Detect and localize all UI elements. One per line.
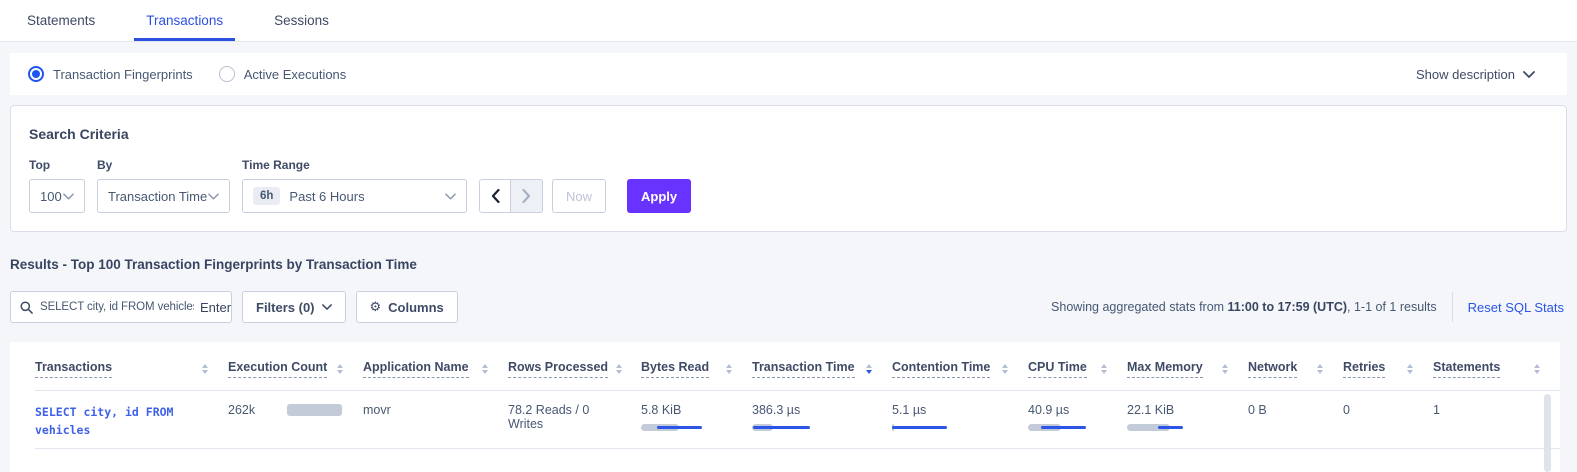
statements-value: 1 <box>1433 403 1440 417</box>
contention-time-value: 5.1 µs <box>892 403 1008 417</box>
column-header-application-name[interactable]: Application Name <box>363 360 469 378</box>
filters-label: Filters (0) <box>256 300 315 315</box>
sort-icon[interactable] <box>1534 364 1540 374</box>
filters-button[interactable]: Filters (0) <box>242 291 346 323</box>
top-select-value: 100 <box>40 189 62 204</box>
column-header-retries[interactable]: Retries <box>1343 360 1385 378</box>
time-range-select[interactable]: 6h Past 6 Hours <box>242 179 467 213</box>
sort-icon[interactable] <box>726 364 732 374</box>
column-header-transaction-time[interactable]: Transaction Time <box>752 360 855 378</box>
tab-sessions[interactable]: Sessions <box>262 0 341 41</box>
results-controls: Enter Filters (0) ⚙ Columns Showing aggr… <box>10 291 1567 323</box>
results-heading: Results - Top 100 Transaction Fingerprin… <box>10 257 417 272</box>
sort-icon[interactable] <box>1222 364 1228 374</box>
sql-search-box[interactable]: Enter <box>10 291 232 323</box>
table-row: SELECT city, id FROM vehicles 262k movr … <box>35 390 1560 448</box>
application-name-value: movr <box>363 403 391 417</box>
top-label: Top <box>29 158 85 172</box>
tab-transactions[interactable]: Transactions <box>134 0 235 41</box>
chevron-right-icon <box>522 189 531 203</box>
sort-icon[interactable] <box>1101 364 1107 374</box>
time-range-badge: 6h <box>253 187 280 205</box>
transaction-time-bar <box>752 423 816 432</box>
sort-icon[interactable] <box>202 364 208 374</box>
column-header-max-memory[interactable]: Max Memory <box>1127 360 1203 378</box>
column-header-rows-processed[interactable]: Rows Processed <box>508 360 608 378</box>
top-select[interactable]: 100 <box>29 179 85 213</box>
bytes-read-value: 5.8 KiB <box>641 403 732 417</box>
search-criteria-panel: Search Criteria Top 100 By Transaction T… <box>10 105 1567 232</box>
retries-value: 0 <box>1343 403 1350 417</box>
search-submit[interactable]: Enter <box>200 300 231 315</box>
chevron-down-icon <box>208 193 219 200</box>
radio-active-executions[interactable]: Active Executions <box>219 66 347 82</box>
tab-statements[interactable]: Statements <box>15 0 107 41</box>
sort-icon[interactable] <box>616 364 622 374</box>
by-select[interactable]: Transaction Time <box>97 179 230 213</box>
time-range-next-button[interactable] <box>511 179 543 213</box>
transactions-table: Transactions Execution Count Application… <box>10 342 1560 472</box>
chevron-down-icon <box>445 193 456 200</box>
time-range-value: Past 6 Hours <box>289 189 364 204</box>
search-criteria-title: Search Criteria <box>29 126 1548 142</box>
columns-label: Columns <box>388 300 444 315</box>
sort-icon[interactable] <box>1317 364 1323 374</box>
column-header-execution-count[interactable]: Execution Count <box>228 360 327 378</box>
by-select-value: Transaction Time <box>108 189 207 204</box>
table-header-row: Transactions Execution Count Application… <box>35 342 1560 390</box>
divider <box>1452 292 1453 322</box>
cpu-time-value: 40.9 µs <box>1028 403 1107 417</box>
execution-count-bar <box>287 404 343 416</box>
column-header-cpu-time[interactable]: CPU Time <box>1028 360 1087 378</box>
radio-selected-icon <box>28 66 44 82</box>
time-range-label: Time Range <box>242 158 467 172</box>
column-header-statements[interactable]: Statements <box>1433 360 1500 378</box>
transaction-query-link[interactable]: SELECT city, id FROM vehicles <box>35 403 200 440</box>
contention-time-bar <box>892 423 956 432</box>
show-description-label: Show description <box>1416 67 1515 82</box>
execution-count-value: 262k <box>228 403 278 417</box>
chevron-down-icon <box>322 304 332 310</box>
bytes-read-bar <box>641 423 705 432</box>
column-header-transactions[interactable]: Transactions <box>35 360 112 378</box>
sort-icon[interactable] <box>482 364 488 374</box>
chevron-down-icon <box>63 193 74 200</box>
rows-processed-value: 78.2 Reads / 0 Writes <box>508 403 589 431</box>
cpu-time-bar <box>1028 423 1092 432</box>
chevron-down-icon <box>1523 71 1535 78</box>
show-description-toggle[interactable]: Show description <box>1416 67 1549 82</box>
reset-sql-stats-link[interactable]: Reset SQL Stats <box>1468 300 1567 315</box>
table-scrollbar[interactable] <box>1544 394 1551 472</box>
sort-icon-active-desc[interactable] <box>866 364 872 374</box>
column-header-network[interactable]: Network <box>1248 360 1297 378</box>
search-icon <box>20 301 33 314</box>
transaction-time-value: 386.3 µs <box>752 403 872 417</box>
radio-label: Active Executions <box>244 67 347 82</box>
time-range-prev-button[interactable] <box>479 179 511 213</box>
gear-icon: ⚙ <box>370 300 382 315</box>
radio-label: Transaction Fingerprints <box>53 67 193 82</box>
columns-button[interactable]: ⚙ Columns <box>356 291 458 323</box>
by-label: By <box>97 158 230 172</box>
network-value: 0 B <box>1248 403 1267 417</box>
chevron-left-icon <box>491 189 500 203</box>
column-header-bytes-read[interactable]: Bytes Read <box>641 360 709 378</box>
view-toggle-bar: Transaction Fingerprints Active Executio… <box>10 53 1567 95</box>
aggregated-stats-text: Showing aggregated stats from 11:00 to 1… <box>1051 300 1437 314</box>
sort-icon[interactable] <box>1407 364 1413 374</box>
search-input[interactable] <box>40 301 194 313</box>
sort-icon[interactable] <box>1002 364 1008 374</box>
sort-icon[interactable] <box>337 364 343 374</box>
column-header-contention-time[interactable]: Contention Time <box>892 360 990 378</box>
radio-unselected-icon <box>219 66 235 82</box>
now-button[interactable]: Now <box>552 179 606 213</box>
radio-transaction-fingerprints[interactable]: Transaction Fingerprints <box>28 66 193 82</box>
max-memory-bar <box>1127 423 1191 432</box>
max-memory-value: 22.1 KiB <box>1127 403 1228 417</box>
page-tabs: Statements Transactions Sessions <box>0 0 1577 42</box>
apply-button[interactable]: Apply <box>627 179 691 213</box>
